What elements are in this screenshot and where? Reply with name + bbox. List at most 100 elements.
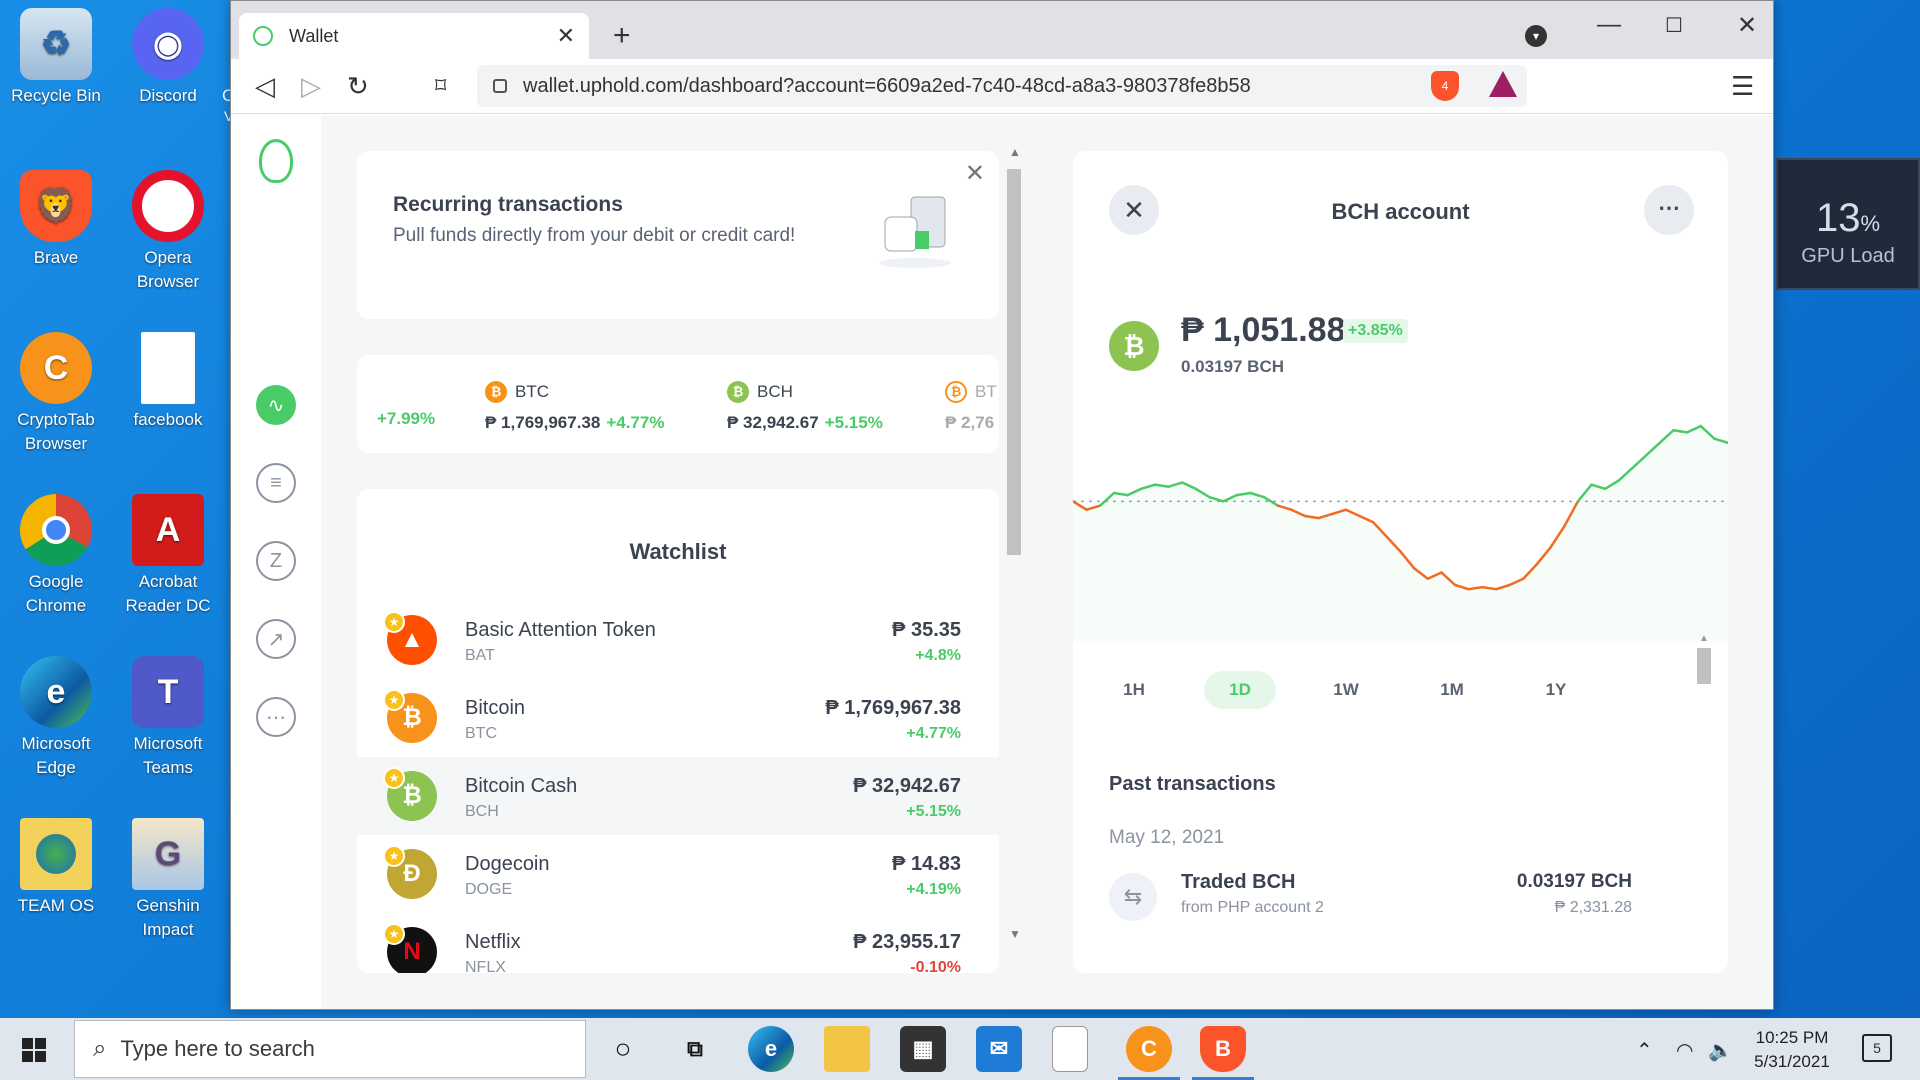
scroll-up-icon[interactable]: ▲ xyxy=(1009,145,1021,159)
ticker-item[interactable]: +7.99% xyxy=(371,409,435,429)
tab-bar: Wallet ✕ + ▾ — ☐ ✕ xyxy=(231,1,1773,59)
asset-name: Netflix xyxy=(465,931,521,953)
star-icon[interactable]: ★ xyxy=(383,611,405,633)
new-tab-button[interactable]: + xyxy=(613,19,631,53)
desktop-icon-label: Microsoft Edge xyxy=(21,734,91,777)
show-hidden-icons-icon[interactable]: ⌃ xyxy=(1636,1038,1653,1063)
taskbar-search-input[interactable]: ⌕ Type here to search xyxy=(74,1020,586,1078)
close-icon[interactable]: ✕ xyxy=(965,159,985,188)
activity-icon[interactable]: ∿ xyxy=(256,385,296,425)
brave-shield-icon[interactable]: 4 xyxy=(1431,71,1459,101)
range-1m[interactable]: 1M xyxy=(1416,671,1488,709)
notification-center-icon[interactable]: 5 xyxy=(1862,1034,1892,1062)
tab-close-icon[interactable]: ✕ xyxy=(557,23,575,49)
ticker-item[interactable]: ₿ BT ₱ 2,76 xyxy=(945,381,997,433)
asset-change: +5.15% xyxy=(906,803,961,820)
recycle-bin-icon: ♻ xyxy=(20,8,92,80)
desktop-icon-acrobat[interactable]: A Acrobat Reader DC xyxy=(114,494,222,618)
range-1d[interactable]: 1D xyxy=(1204,671,1276,709)
network-icon[interactable]: ◠ xyxy=(1676,1038,1693,1063)
volume-icon[interactable]: 🔈 xyxy=(1708,1038,1733,1063)
tab-search-icon[interactable]: ▾ xyxy=(1525,25,1547,47)
ticker-change: +5.15% xyxy=(824,413,883,432)
desktop-icon-genshin[interactable]: G Genshin Impact xyxy=(114,818,222,942)
panel-scrollbar[interactable]: ▲ xyxy=(1695,633,1713,823)
desktop-icon-team-os[interactable]: TEAM OS xyxy=(2,818,110,918)
ticker-price: ₱ 32,942.67 xyxy=(727,413,819,432)
asset-price: ₱ 14.83 xyxy=(892,853,961,875)
more-options-button[interactable]: ⋯ xyxy=(1644,185,1694,235)
star-icon[interactable]: ★ xyxy=(383,767,405,789)
scroll-thumb[interactable] xyxy=(1007,169,1021,555)
recurring-title: Recurring transactions xyxy=(393,193,623,216)
scroll-thumb[interactable] xyxy=(1697,648,1711,684)
scroll-up-icon[interactable]: ▲ xyxy=(1695,633,1713,644)
watchlist-row[interactable]: ₿ ★ Bitcoin BTC ₱ 1,769,967.38 +4.77% xyxy=(357,679,999,757)
file-explorer-icon[interactable] xyxy=(824,1026,870,1072)
range-1h[interactable]: 1H xyxy=(1098,671,1170,709)
transactions-list-icon[interactable]: ≡ xyxy=(256,463,296,503)
brave-taskbar-icon[interactable]: B xyxy=(1192,1026,1254,1080)
clock[interactable]: 10:25 PM 5/31/2021 xyxy=(1742,1026,1842,1074)
star-icon[interactable]: ★ xyxy=(383,845,405,867)
desktop-icon-discord[interactable]: ◉ Discord xyxy=(114,8,222,108)
asset-name: Basic Attention Token xyxy=(465,619,656,641)
watchlist-row[interactable]: Đ ★ Dogecoin DOGE ₱ 14.83 +4.19% xyxy=(357,835,999,913)
more-icon[interactable]: ⋯ xyxy=(256,697,296,737)
bookmark-icon[interactable]: ⌑ xyxy=(435,73,446,99)
range-1w[interactable]: 1W xyxy=(1310,671,1382,709)
desktop-icon-facebook[interactable]: facebook xyxy=(114,332,222,432)
watchlist-row[interactable]: ₿ ★ Bitcoin Cash BCH ₱ 32,942.67 +5.15% xyxy=(357,757,999,835)
acrobat-icon: A xyxy=(132,494,204,566)
cortana-icon[interactable]: ○ xyxy=(600,1026,646,1072)
menu-icon[interactable]: ☰ xyxy=(1731,71,1754,102)
minimize-button[interactable]: — xyxy=(1597,11,1621,39)
microsoft-store-icon[interactable]: ▦ xyxy=(900,1026,946,1072)
price-ticker: +7.99% ₿ BTC ₱ 1,769,967.38 +4.77% ₿ BCH ₱ … xyxy=(357,355,999,453)
recurring-transactions-card[interactable]: Recurring transactions Pull funds direct… xyxy=(357,151,999,319)
desktop-icon-recycle-bin[interactable]: ♻ Recycle Bin xyxy=(2,8,110,108)
card-illustration-icon xyxy=(879,196,951,268)
ticker-price: ₱ 1,769,967.38 xyxy=(485,413,601,432)
close-window-button[interactable]: ✕ xyxy=(1737,11,1757,40)
watchlist-row[interactable]: N ★ Netflix NFLX ₱ 23,955.17 -0.10% xyxy=(357,913,999,973)
maximize-button[interactable]: ☐ xyxy=(1665,13,1683,38)
transaction-title[interactable]: Traded BCH xyxy=(1181,871,1295,894)
forward-button[interactable]: ▷ xyxy=(301,71,321,102)
ticker-item[interactable]: ₿ BTC ₱ 1,769,967.38 +4.77% xyxy=(485,381,664,433)
main-scrollbar[interactable]: ▲ ▼ xyxy=(1003,145,1025,945)
brave-icon: 🦁 xyxy=(20,170,92,242)
watchlist-row[interactable]: ▲ ★ Basic Attention Token BAT ₱ 35.35 +4… xyxy=(357,601,999,679)
desktop-icon-chrome[interactable]: Google Chrome xyxy=(2,494,110,618)
trends-icon[interactable]: ↗ xyxy=(256,619,296,659)
scroll-down-icon[interactable]: ▼ xyxy=(1009,927,1021,941)
desktop-icon-label: Opera Browser xyxy=(136,248,200,291)
desktop-icon-label: Brave xyxy=(33,248,79,267)
bat-rewards-icon[interactable] xyxy=(1489,71,1517,97)
edge-taskbar-icon[interactable]: e xyxy=(748,1026,794,1072)
file-icon[interactable] xyxy=(1052,1026,1088,1072)
desktop-icon-teams[interactable]: T Microsoft Teams xyxy=(114,656,222,780)
transaction-fiat: ₱ 2,331.28 xyxy=(1554,899,1632,916)
ticker-item[interactable]: ₿ BCH ₱ 32,942.67 +5.15% xyxy=(727,381,883,433)
back-button[interactable]: ◁ xyxy=(255,71,275,102)
desktop-icon-cryptotab[interactable]: C CryptoTab Browser xyxy=(2,332,110,456)
desktop-icon-opera[interactable]: Opera Browser xyxy=(114,170,222,294)
price-chart[interactable] xyxy=(1073,381,1728,641)
uphold-logo-icon[interactable] xyxy=(259,139,293,183)
tab-wallet[interactable]: Wallet ✕ xyxy=(239,13,589,59)
range-1y[interactable]: 1Y xyxy=(1520,671,1592,709)
desktop-icon-edge[interactable]: e Microsoft Edge xyxy=(2,656,110,780)
star-icon[interactable]: ★ xyxy=(383,689,405,711)
transact-icon[interactable]: Z xyxy=(256,541,296,581)
reload-button[interactable]: ↻ xyxy=(347,71,369,102)
windows-start-icon[interactable] xyxy=(22,1038,46,1062)
task-view-icon[interactable]: ⧉ xyxy=(672,1026,718,1072)
mail-icon[interactable]: ✉ xyxy=(976,1026,1022,1072)
cryptotab-taskbar-icon[interactable]: C xyxy=(1118,1026,1180,1080)
address-bar[interactable]: wallet.uphold.com/dashboard?account=6609… xyxy=(477,65,1527,107)
asset-change: +4.19% xyxy=(906,881,961,898)
desktop-icon-brave[interactable]: 🦁 Brave xyxy=(2,170,110,270)
team-os-icon xyxy=(20,818,92,890)
star-icon[interactable]: ★ xyxy=(383,923,405,945)
